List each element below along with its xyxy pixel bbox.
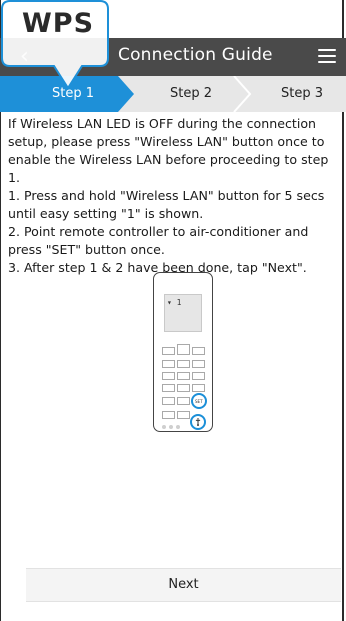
- wireless-lan-button-highlight: [190, 414, 206, 430]
- wireless-lan-icon: [195, 418, 201, 426]
- remote-button: [162, 360, 175, 368]
- instruction-text: If Wireless LAN LED is OFF during the co…: [8, 116, 329, 275]
- step-3-label: Step 3: [281, 86, 324, 101]
- remote-button: [177, 384, 190, 392]
- remote-button: [192, 384, 205, 392]
- remote-button: [177, 397, 190, 405]
- remote-button: [192, 347, 205, 355]
- remote-button: [177, 360, 190, 368]
- remote-button: [177, 372, 190, 380]
- wps-callout: WPS: [0, 0, 140, 104]
- remote-indicator-dot: [162, 425, 166, 429]
- next-button-label: Next: [168, 577, 199, 592]
- set-button-label: SET: [195, 399, 203, 404]
- remote-button: [162, 397, 175, 405]
- remote-button: [177, 411, 190, 419]
- set-button-highlight: SET: [191, 393, 207, 409]
- remote-button: [162, 384, 175, 392]
- step-2-label: Step 2: [170, 86, 213, 101]
- remote-indicator-dot: [176, 425, 180, 429]
- remote-button: [192, 372, 205, 380]
- remote-controller-illustration: ▾ 1 SET: [153, 272, 213, 432]
- remote-indicator-dot: [169, 425, 173, 429]
- remote-button: [162, 411, 175, 419]
- remote-button: [162, 347, 175, 355]
- remote-lcd-display: ▾ 1: [164, 294, 202, 332]
- wps-label: WPS: [22, 8, 95, 39]
- remote-button: [162, 372, 175, 380]
- page-title: Connection Guide: [118, 45, 273, 65]
- step-separator-chevron-icon: [233, 76, 252, 112]
- remote-button: [177, 344, 190, 355]
- remote-button: [192, 360, 205, 368]
- next-button[interactable]: Next: [26, 568, 341, 602]
- hamburger-menu-icon[interactable]: [318, 49, 336, 63]
- lcd-text: ▾ 1: [167, 298, 182, 307]
